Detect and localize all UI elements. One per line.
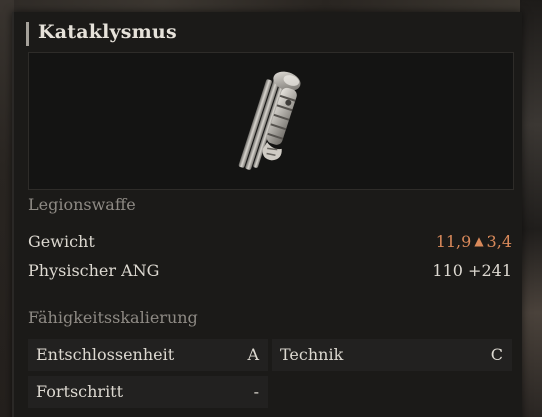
game-scene: Kataklysmus Legionswaffe Gewicht 11,9 ▲ … xyxy=(0,0,542,417)
physical-attack-row: Physischer ANG 110 +241 xyxy=(28,261,512,285)
weight-stat-row: Gewicht 11,9 ▲ 3,4 xyxy=(28,232,512,256)
weight-value-group: 11,9 ▲ 3,4 xyxy=(436,232,512,251)
background-right xyxy=(520,0,542,417)
weight-change: 3,4 xyxy=(486,232,512,251)
weapon-icon xyxy=(238,71,301,170)
title-accent-bar xyxy=(26,22,29,46)
scaling-label: Technik xyxy=(280,345,344,364)
scaling-grade: - xyxy=(253,382,259,401)
up-arrow-icon: ▲ xyxy=(474,234,484,248)
item-type-label: Legionswaffe xyxy=(28,195,136,214)
scaling-entry: Fortschritt - xyxy=(28,376,268,408)
scaling-grade: C xyxy=(490,345,503,364)
item-image-frame xyxy=(28,52,514,190)
scaling-entry: Technik C xyxy=(272,339,512,371)
item-name: Kataklysmus xyxy=(38,21,177,43)
physical-attack-label: Physischer ANG xyxy=(28,261,160,280)
weight-label: Gewicht xyxy=(28,232,95,251)
physical-attack-value: 110 +241 xyxy=(432,261,512,280)
scaling-entry: Entschlossenheit A xyxy=(28,339,268,371)
weight-value: 11,9 xyxy=(435,232,472,251)
scaling-section-title: Fähigkeitsskalierung xyxy=(28,308,198,327)
scaling-label: Fortschritt xyxy=(36,382,124,401)
scaling-label: Entschlossenheit xyxy=(36,345,175,364)
item-tooltip-panel: Kataklysmus Legionswaffe Gewicht 11,9 ▲ … xyxy=(12,12,522,417)
scaling-grade: A xyxy=(247,345,259,364)
